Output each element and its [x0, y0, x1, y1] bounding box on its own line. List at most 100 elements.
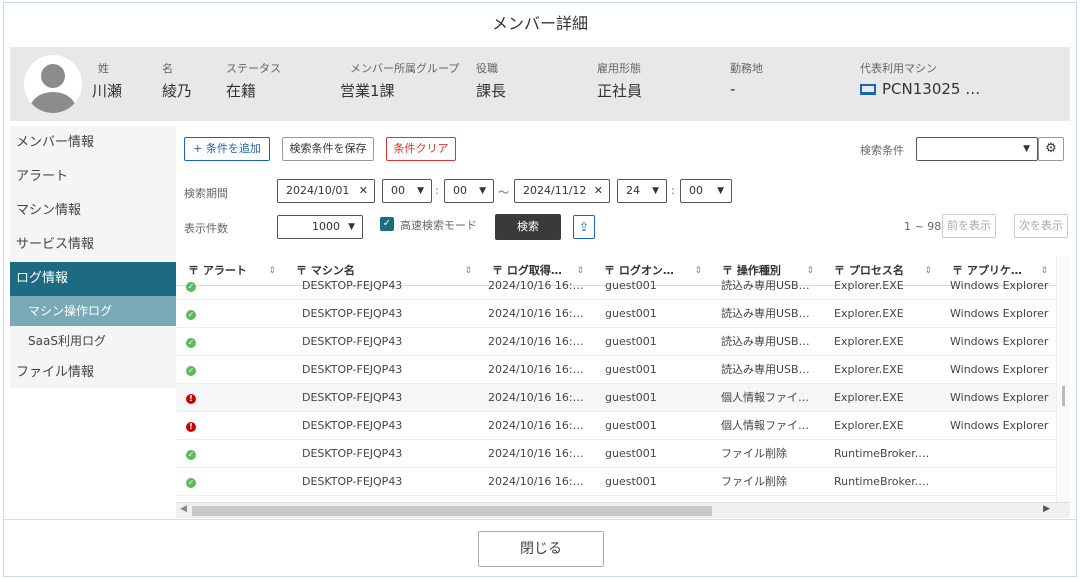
- cell-alert: ✓: [186, 328, 282, 356]
- check-circle-icon: ✓: [186, 310, 196, 320]
- search-condition-label: 検索条件: [860, 144, 904, 157]
- error-circle-icon: !: [186, 394, 196, 404]
- cell-op: 読込み専用USB…: [721, 335, 810, 348]
- profile-status: ステータス 在籍: [226, 62, 281, 100]
- scroll-thumb[interactable]: [192, 506, 712, 516]
- sidebar-item-log-info[interactable]: ログ情報: [10, 262, 176, 296]
- cell-op: 読込み専用USB…: [721, 279, 810, 292]
- error-circle-icon: !: [186, 422, 196, 432]
- member-detail-dialog: メンバー詳細 姓川瀬 名綾乃 ステータス 在籍 メンバー所属グループ 営業1課 役職…: [3, 2, 1077, 577]
- export-button[interactable]: ⇪: [573, 215, 595, 239]
- profile-location: 勤務地 -: [730, 62, 763, 98]
- add-condition-button[interactable]: + 条件を追加: [184, 137, 270, 161]
- chevron-down-icon: ▼: [348, 222, 355, 232]
- horizontal-scrollbar[interactable]: ◀ ▶: [176, 502, 1070, 518]
- dialog-footer: 閉じる: [4, 519, 1076, 577]
- cell-alert: ✓: [186, 468, 282, 496]
- start-date-field[interactable]: 2024/10/01 ✕: [277, 179, 375, 203]
- table-row[interactable]: ✓ DESKTOP-FEJQP43 2024/10/16 16:… guest001 フ…: [176, 468, 1056, 496]
- sidebar-item-machine-info[interactable]: マシン情報: [10, 194, 176, 228]
- check-circle-icon: ✓: [186, 478, 196, 488]
- table-row[interactable]: ! DESKTOP-FEJQP43 2024/10/16 16:… guest001 個…: [176, 412, 1056, 440]
- cell-process: Explorer.EXE: [834, 335, 904, 348]
- cell-machine: DESKTOP-FEJQP43: [302, 363, 403, 376]
- table-row[interactable]: ✓ DESKTOP-FEJQP43 2024/10/16 16:… guest001 読…: [176, 272, 1056, 300]
- cell-app: Windows Explorer: [950, 335, 1049, 348]
- cell-op: 個人情報ファイ…: [721, 391, 809, 404]
- cell-process: Explorer.EXE: [834, 279, 904, 292]
- cell-app: [950, 440, 1056, 468]
- save-condition-button[interactable]: 検索条件を保存: [282, 137, 374, 161]
- cell-logon: guest001: [605, 447, 657, 460]
- cell-app: Windows Explorer: [950, 307, 1049, 320]
- start-hour-select[interactable]: 00 ▼: [382, 179, 432, 203]
- table-row[interactable]: ✓ DESKTOP-FEJQP43 2024/10/16 16:… guest001 フ…: [176, 440, 1056, 468]
- cell-alert: !: [186, 384, 282, 412]
- sidebar-item-saas-log[interactable]: SaaS利用ログ: [10, 326, 176, 356]
- start-min-select[interactable]: 00 ▼: [444, 179, 494, 203]
- sidebar-item-file-info[interactable]: ファイル情報: [10, 356, 176, 390]
- settings-button[interactable]: ⚙: [1038, 137, 1064, 161]
- cell-app: Windows Explorer: [950, 363, 1049, 376]
- cell-app: Windows Explorer: [950, 279, 1049, 292]
- chevron-down-icon: ▼: [1023, 144, 1030, 154]
- chevron-down-icon: ▼: [479, 186, 486, 196]
- chevron-down-icon: ▼: [417, 186, 424, 196]
- end-date-field[interactable]: 2024/11/12 ✕: [514, 179, 610, 203]
- scroll-right-icon[interactable]: ▶: [1043, 504, 1050, 514]
- table-row[interactable]: ✓ DESKTOP-FEJQP43 2024/10/16 16:… guest001 読…: [176, 328, 1056, 356]
- cell-logon: guest001: [605, 475, 657, 488]
- cell-time: 2024/10/16 16:…: [488, 279, 584, 292]
- gear-icon: ⚙: [1045, 141, 1057, 156]
- cell-process: Explorer.EXE: [834, 307, 904, 320]
- end-min-select[interactable]: 00 ▼: [680, 179, 732, 203]
- range-text: 1 ~ 98: [904, 220, 942, 233]
- search-condition-select[interactable]: ▼: [916, 137, 1038, 161]
- cell-time: 2024/10/16 16:…: [488, 335, 584, 348]
- table-row[interactable]: ✓ DESKTOP-FEJQP43 2024/10/16 16:… guest001 読…: [176, 356, 1056, 384]
- end-hour-select[interactable]: 24 ▼: [617, 179, 667, 203]
- prev-page-button[interactable]: 前を表示: [942, 214, 996, 238]
- scroll-left-icon[interactable]: ◀: [180, 504, 187, 514]
- cell-machine: DESKTOP-FEJQP43: [302, 391, 403, 404]
- table-row[interactable]: ✓ DESKTOP-FEJQP43 2024/10/16 16:… guest001 読…: [176, 300, 1056, 328]
- table-row[interactable]: ! DESKTOP-FEJQP43 2024/10/16 16:… guest001 個…: [176, 384, 1056, 412]
- cell-logon: guest001: [605, 363, 657, 376]
- cell-process: Explorer.EXE: [834, 363, 904, 376]
- cell-logon: guest001: [605, 307, 657, 320]
- cell-logon: guest001: [605, 419, 657, 432]
- chevron-down-icon: ▼: [717, 186, 724, 196]
- cell-time: 2024/10/16 16:…: [488, 363, 584, 376]
- sidebar-item-alert[interactable]: アラート: [10, 160, 176, 194]
- clear-condition-button[interactable]: 条件クリア: [386, 137, 456, 161]
- cell-machine: DESKTOP-FEJQP43: [302, 475, 403, 488]
- vertical-scrollbar[interactable]: [1056, 256, 1070, 502]
- cell-process: Explorer.EXE: [834, 419, 904, 432]
- laptop-icon: [860, 84, 876, 95]
- period-label: 検索期間: [184, 187, 228, 200]
- cell-logon: guest001: [605, 279, 657, 292]
- machine-link[interactable]: PCN13025 …: [860, 80, 980, 98]
- close-icon[interactable]: ✕: [594, 180, 603, 202]
- cell-alert: ✓: [186, 272, 282, 300]
- cell-op: 個人情報ファイ…: [721, 419, 809, 432]
- search-button[interactable]: 検索: [495, 214, 561, 240]
- cell-time: 2024/10/16 16:…: [488, 307, 584, 320]
- cell-op: 読込み専用USB…: [721, 363, 810, 376]
- sidebar-item-machine-operation-log[interactable]: マシン操作ログ: [10, 296, 176, 326]
- cell-logon: guest001: [605, 335, 657, 348]
- sidebar-item-member-info[interactable]: メンバー情報: [10, 126, 176, 160]
- upload-icon: ⇪: [578, 220, 590, 234]
- profile-machine: 代表利用マシン PCN13025 …: [860, 62, 981, 98]
- sidebar-item-service-info[interactable]: サービス情報: [10, 228, 176, 262]
- cell-machine: DESKTOP-FEJQP43: [302, 335, 403, 348]
- count-select[interactable]: 1000 ▼: [277, 215, 363, 239]
- cell-machine: DESKTOP-FEJQP43: [302, 279, 403, 292]
- close-icon[interactable]: ✕: [359, 180, 368, 202]
- close-button[interactable]: 閉じる: [478, 531, 604, 567]
- next-page-button[interactable]: 次を表示: [1014, 214, 1068, 238]
- check-icon: ✓: [382, 218, 392, 229]
- check-circle-icon: ✓: [186, 450, 196, 460]
- chevron-down-icon: ▼: [652, 186, 659, 196]
- fast-mode-checkbox[interactable]: ✓: [380, 217, 394, 231]
